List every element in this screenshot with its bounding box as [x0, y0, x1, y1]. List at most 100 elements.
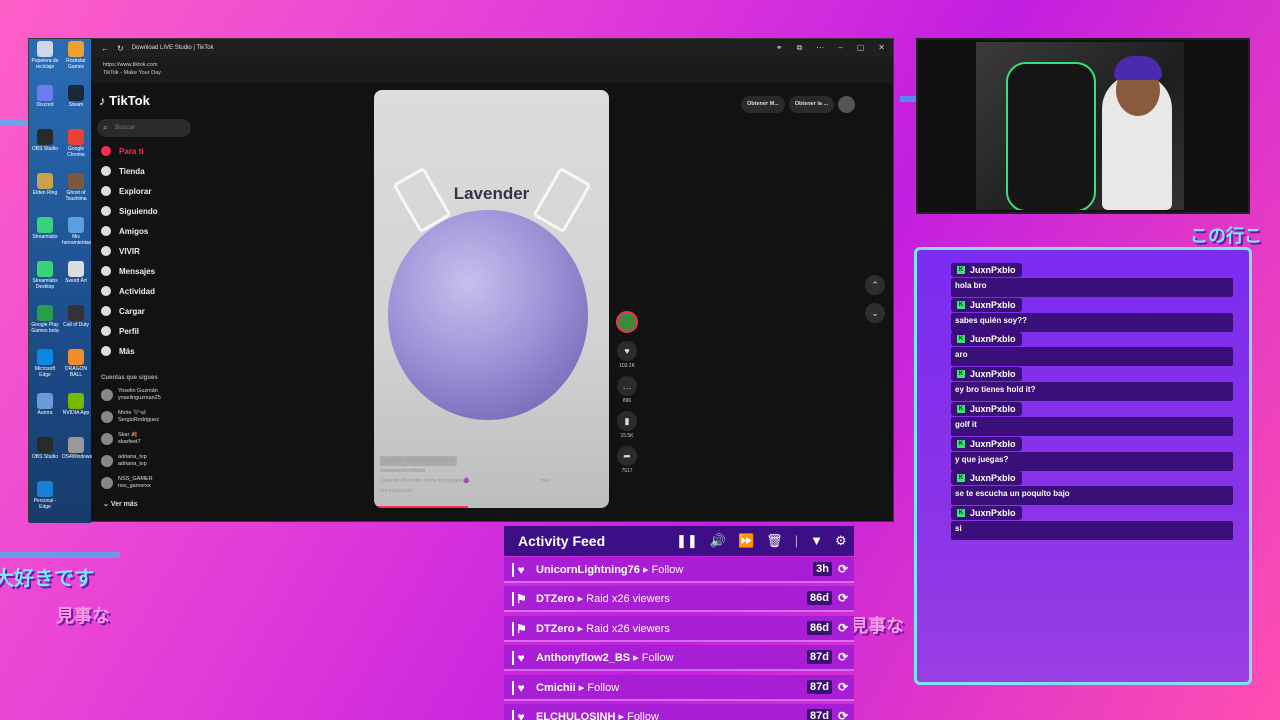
video-caption-text: Creando diferentes tonos de púrpura 🟣: [380, 478, 470, 484]
desktop-icon[interactable]: Personal - Edge: [31, 481, 59, 521]
comment-icon[interactable]: …: [617, 376, 637, 396]
app-icon: [37, 173, 53, 189]
desktop-icon[interactable]: Steam: [62, 85, 90, 125]
desktop-icon[interactable]: Call of Duty: [62, 305, 90, 345]
feed-item[interactable]: ♥ UnicornLightning76 ▸ Follow 3h ⟳: [504, 557, 854, 583]
nav-item-friends[interactable]: Amigos: [101, 223, 148, 239]
pause-icon[interactable]: ❚❚: [676, 533, 698, 549]
nav-item-live[interactable]: VIVIR: [101, 243, 140, 259]
chat-username[interactable]: K JuxnPxblo: [951, 263, 1022, 277]
desktop-icon[interactable]: OBS Studio: [31, 129, 59, 169]
nav-item-label: Más: [119, 346, 135, 356]
desktop-icon[interactable]: Google Play Games beta: [31, 305, 59, 345]
share-icon[interactable]: ➦: [617, 446, 637, 466]
minimize-icon[interactable]: –: [838, 43, 842, 53]
share-icon[interactable]: ⧉: [797, 43, 803, 53]
chat-username[interactable]: K JuxnPxblo: [951, 471, 1022, 486]
replay-icon[interactable]: ⟳: [838, 591, 848, 605]
see-more-link[interactable]: ⌄ Ver más: [103, 500, 138, 508]
desktop-icon[interactable]: DS4Windows: [62, 437, 92, 477]
replay-icon[interactable]: ⟳: [838, 621, 848, 635]
live-icon: [101, 246, 111, 256]
chat-username[interactable]: K JuxnPxblo: [951, 505, 1022, 520]
previous-video-button[interactable]: ⌃: [865, 275, 885, 295]
feed-item[interactable]: ♥ Cmichii ▸ Follow 87d ⟳: [504, 674, 854, 701]
chat-username[interactable]: K JuxnPxblo: [951, 297, 1022, 312]
skip-icon[interactable]: ⏩: [738, 533, 754, 549]
maximize-icon[interactable]: ▢: [857, 43, 865, 53]
volume-icon[interactable]: 🔊: [710, 533, 726, 549]
feed-item[interactable]: ♥ Anthonyflow2_BS ▸ Follow 87d ⟳: [504, 645, 854, 672]
reload-icon[interactable]: ↻: [117, 44, 124, 53]
desktop-icon[interactable]: Google Chrome: [62, 129, 90, 169]
search-input[interactable]: ⌕ Buscar: [97, 119, 191, 137]
chat-username[interactable]: K JuxnPxblo: [951, 401, 1022, 416]
chat-username[interactable]: K JuxnPxblo: [951, 367, 1022, 382]
replay-icon[interactable]: ⟳: [838, 680, 848, 694]
nav-item-profile[interactable]: Perfil: [101, 323, 139, 339]
translate-link[interactable]: Ver traducción: [380, 486, 550, 496]
like-icon[interactable]: ♥: [617, 341, 637, 361]
chat-username[interactable]: K JuxnPxblo: [951, 436, 1022, 451]
video-progress-bar[interactable]: [374, 506, 468, 508]
get-app-button[interactable]: Obtener la ...: [788, 96, 835, 113]
following-account[interactable]: NSS_GAMER nss_gamerxx: [101, 476, 153, 490]
nav-item-home[interactable]: Para ti: [101, 143, 143, 159]
desktop-icon[interactable]: Elden Ring: [31, 173, 59, 213]
replay-icon[interactable]: ⟳: [838, 650, 848, 664]
video-player[interactable]: Lavender CapCut - Una edición más fácil …: [374, 90, 609, 508]
desktop-icon[interactable]: Papelera de reciclaje: [31, 41, 59, 81]
feed-item[interactable]: ♥ ELCHULOSINH ▸ Follow 87d ⟳: [504, 704, 854, 720]
back-icon[interactable]: ←: [101, 44, 109, 53]
nav-item-messages[interactable]: Mensajes: [101, 263, 155, 279]
replay-icon[interactable]: ⟳: [838, 562, 848, 576]
chat-username[interactable]: K JuxnPxblo: [951, 332, 1022, 347]
app-icon: [37, 41, 53, 57]
arrow-icon: ▸: [615, 711, 628, 720]
desktop-icon[interactable]: Discord: [31, 85, 59, 125]
desktop-icon[interactable]: Microsoft Edge: [31, 349, 59, 389]
address-bar[interactable]: https://www.tiktok.com TikTok - Make You…: [91, 57, 893, 83]
desktop-icon[interactable]: NVIDIA App: [62, 393, 90, 433]
gear-icon[interactable]: ⚙: [835, 533, 847, 549]
feed-item[interactable]: ⚑ DTZero ▸ Raid x26 viewers 86d ⟳: [504, 586, 854, 613]
desktop-icon[interactable]: Mis herramientas: [62, 217, 91, 257]
tiktok-logo[interactable]: ♪ TikTok: [99, 93, 150, 108]
replay-icon[interactable]: ⟳: [838, 709, 848, 720]
desktop-icon[interactable]: Rockstar Games: [62, 41, 90, 81]
desktop-icon[interactable]: Sword Art: [62, 261, 90, 301]
nav-item-more[interactable]: Más: [101, 343, 135, 359]
following-account[interactable]: Yoselin Guzmán yoselinguzman25: [101, 388, 161, 402]
feed-item[interactable]: ⚑ DTZero ▸ Raid x26 viewers 86d ⟳: [504, 615, 854, 642]
more-icon[interactable]: ⋯: [816, 43, 824, 53]
chat-message-text: si: [951, 520, 1233, 540]
nav-item-activity[interactable]: Actividad: [101, 283, 155, 299]
desktop-icon[interactable]: Aurora: [31, 393, 59, 433]
nav-item-compass[interactable]: Explorar: [101, 183, 151, 199]
following-account[interactable]: adriana_tvp adriana_tvp: [101, 454, 147, 468]
nav-item-upload[interactable]: Cargar: [101, 303, 145, 319]
desktop-icon[interactable]: OBS Studio: [31, 437, 59, 477]
creator-avatar[interactable]: [616, 311, 638, 333]
capcut-tag[interactable]: CapCut - Una edición más fácil: [380, 456, 457, 466]
get-coins-button[interactable]: Obtener M...: [741, 96, 785, 113]
caption-more-link[interactable]: más: [541, 478, 550, 484]
trash-icon[interactable]: 🗑: [766, 533, 783, 549]
next-video-button[interactable]: ⌄: [865, 303, 885, 323]
nav-item-following[interactable]: Siguiendo: [101, 203, 158, 219]
following-account[interactable]: Mvrie 🖤🦋 SergioRodriguez: [101, 410, 159, 424]
extensions-icon[interactable]: ⚭: [776, 43, 783, 53]
moderator-badge-icon: K: [957, 404, 965, 413]
desktop-icon[interactable]: Streamlabs Desktop: [31, 261, 59, 301]
following-account[interactable]: Skar 🍂 skarfeet7: [101, 432, 141, 446]
bookmark-icon[interactable]: ▮: [617, 411, 637, 431]
desktop-icon[interactable]: DRAGON BALL: [62, 349, 90, 389]
feed-time: 87d: [807, 679, 832, 694]
desktop-icon[interactable]: Streamlabs: [31, 217, 59, 257]
nav-item-shop[interactable]: Tienda: [101, 163, 145, 179]
user-avatar[interactable]: [838, 96, 856, 113]
close-icon[interactable]: ✕: [878, 43, 885, 53]
desktop-icon[interactable]: Ghost of Tsushima: [62, 173, 90, 213]
filter-icon[interactable]: ▼: [810, 533, 823, 549]
video-author[interactable]: calmplaceforkitties: [380, 466, 550, 476]
